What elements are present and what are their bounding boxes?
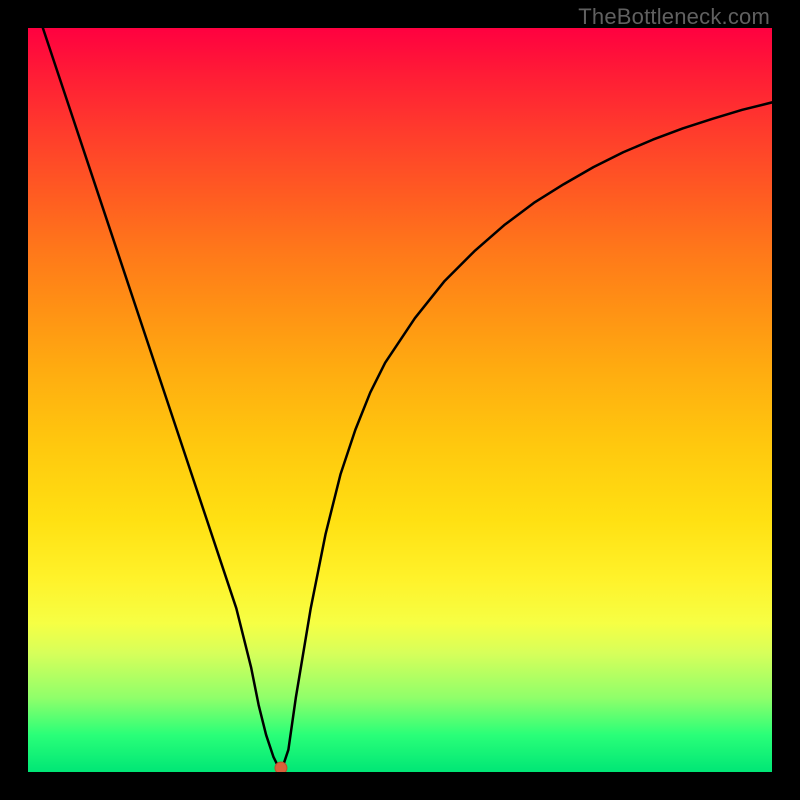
bottleneck-curve (43, 28, 772, 772)
watermark-text: TheBottleneck.com (578, 4, 770, 30)
curve-svg (28, 28, 772, 772)
chart-frame: TheBottleneck.com (0, 0, 800, 800)
minimum-marker (275, 762, 287, 772)
plot-area (28, 28, 772, 772)
